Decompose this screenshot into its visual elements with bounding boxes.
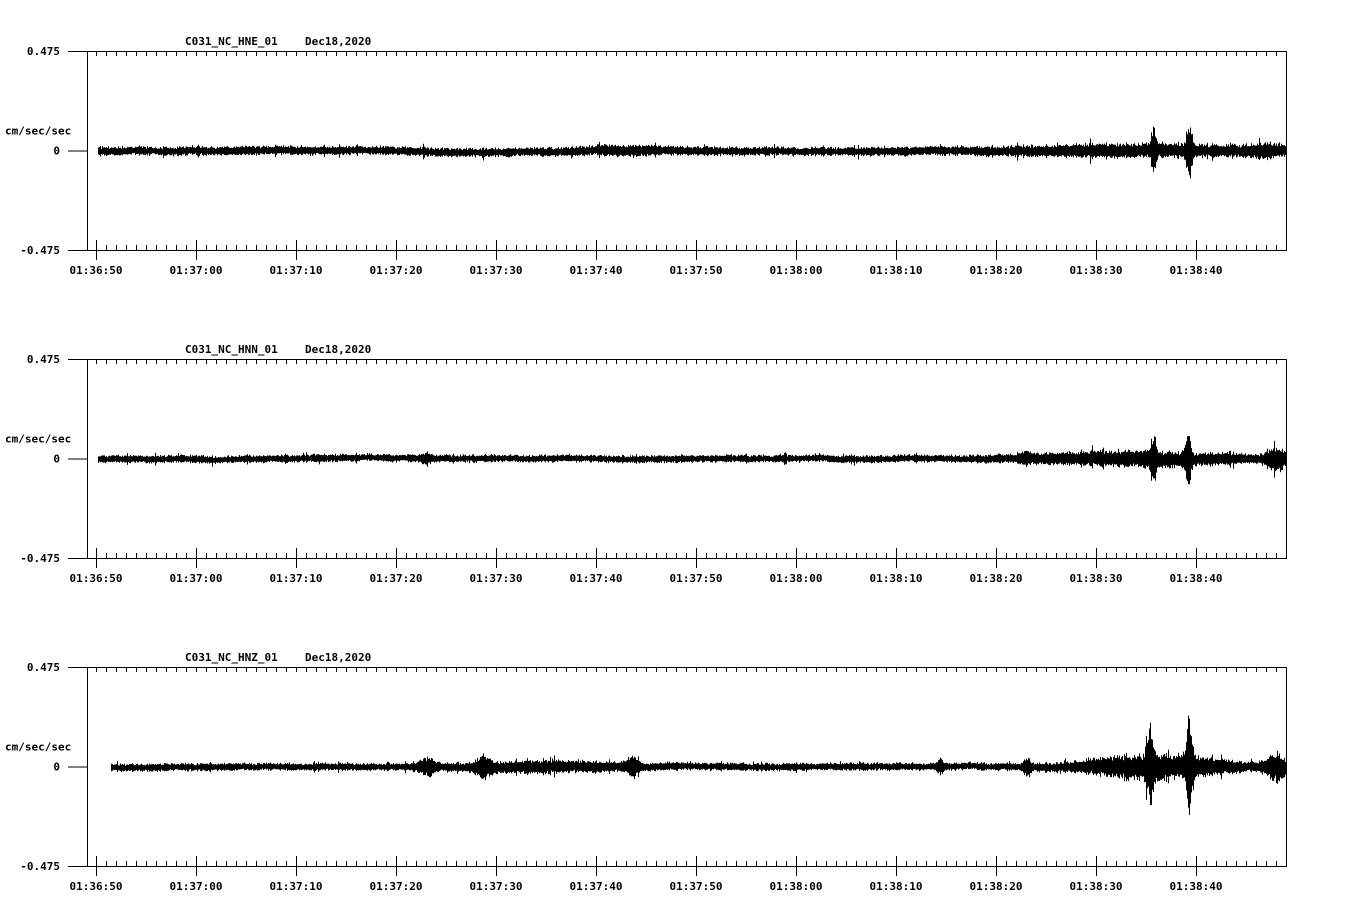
x-tick-label: 01:38:30 (1070, 880, 1123, 893)
x-tick-label: 01:37:40 (570, 880, 623, 893)
x-tick-label: 01:38:40 (1170, 572, 1223, 585)
x-tick-label: 01:37:10 (270, 572, 323, 585)
x-tick-label: 01:36:50 (70, 264, 123, 277)
y-tick-label: -0.475 (20, 244, 60, 257)
x-tick-label: 01:38:00 (770, 572, 823, 585)
x-tick-label: 01:38:10 (870, 572, 923, 585)
panel-date: Dec18,2020 (305, 343, 371, 356)
y-axis-label: cm/sec/sec (5, 433, 71, 446)
x-tick-label: 01:37:40 (570, 264, 623, 277)
y-tick-label: 0.475 (27, 353, 60, 366)
x-tick-label: 01:38:20 (970, 572, 1023, 585)
x-tick-label: 01:38:30 (1070, 264, 1123, 277)
x-tick-label: 01:36:50 (70, 880, 123, 893)
x-tick-label: 01:37:00 (170, 572, 223, 585)
x-tick-label: 01:37:10 (270, 880, 323, 893)
y-tick-label: 0 (53, 145, 60, 158)
x-tick-label: 01:37:40 (570, 572, 623, 585)
x-tick-label: 01:38:40 (1170, 264, 1223, 277)
x-tick-label: 01:38:10 (870, 264, 923, 277)
y-tick-label: 0 (53, 761, 60, 774)
x-tick-label: 01:37:30 (470, 880, 523, 893)
x-tick-label: 01:37:30 (470, 264, 523, 277)
panel-c031_nc_hnz_01: C031_NC_HNZ_01 Dec18,2020 0.475 0 -0.475 cm/s… (5, 651, 1287, 893)
x-tick-label: 01:37:20 (370, 264, 423, 277)
x-tick-label: 01:37:20 (370, 572, 423, 585)
x-tick-label: 01:37:10 (270, 264, 323, 277)
y-tick-label: 0 (53, 453, 60, 466)
x-tick-label: 01:37:00 (170, 880, 223, 893)
y-axis-label: cm/sec/sec (5, 125, 71, 138)
panel-c031_nc_hne_01: C031_NC_HNE_01 Dec18,2020 0.475 0 -0.475 cm/s… (5, 35, 1287, 277)
x-tick-label: 01:37:00 (170, 264, 223, 277)
y-tick-label: -0.475 (20, 552, 60, 565)
waveform-trace (98, 436, 1286, 485)
x-tick-label: 01:38:20 (970, 880, 1023, 893)
x-tick-label: 01:38:10 (870, 880, 923, 893)
waveform-trace (98, 126, 1286, 179)
panel-station: C031_NC_HNN_01 (185, 343, 278, 356)
panel-date: Dec18,2020 (305, 651, 371, 664)
waveform-trace (111, 715, 1286, 815)
x-tick-label: 01:37:50 (670, 572, 723, 585)
panel-date: Dec18,2020 (305, 35, 371, 48)
seismogram-chart: C031_NC_HNE_01 Dec18,2020 0.475 0 -0.475 cm/s… (5, 35, 1287, 893)
panel-c031_nc_hnn_01: C031_NC_HNN_01 Dec18,2020 0.475 0 -0.475 cm/s… (5, 343, 1287, 585)
y-tick-label: 0.475 (27, 661, 60, 674)
x-tick-label: 01:38:30 (1070, 572, 1123, 585)
x-tick-label: 01:36:50 (70, 572, 123, 585)
x-tick-label: 01:38:00 (770, 880, 823, 893)
y-axis-label: cm/sec/sec (5, 741, 71, 754)
panel-station: C031_NC_HNE_01 (185, 35, 278, 48)
x-tick-label: 01:37:30 (470, 572, 523, 585)
y-tick-label: -0.475 (20, 860, 60, 873)
panel-station: C031_NC_HNZ_01 (185, 651, 278, 664)
x-tick-label: 01:38:00 (770, 264, 823, 277)
x-tick-label: 01:38:20 (970, 264, 1023, 277)
x-tick-label: 01:38:40 (1170, 880, 1223, 893)
x-tick-label: 01:37:50 (670, 264, 723, 277)
x-tick-label: 01:37:20 (370, 880, 423, 893)
x-tick-label: 01:37:50 (670, 880, 723, 893)
y-tick-label: 0.475 (27, 45, 60, 58)
